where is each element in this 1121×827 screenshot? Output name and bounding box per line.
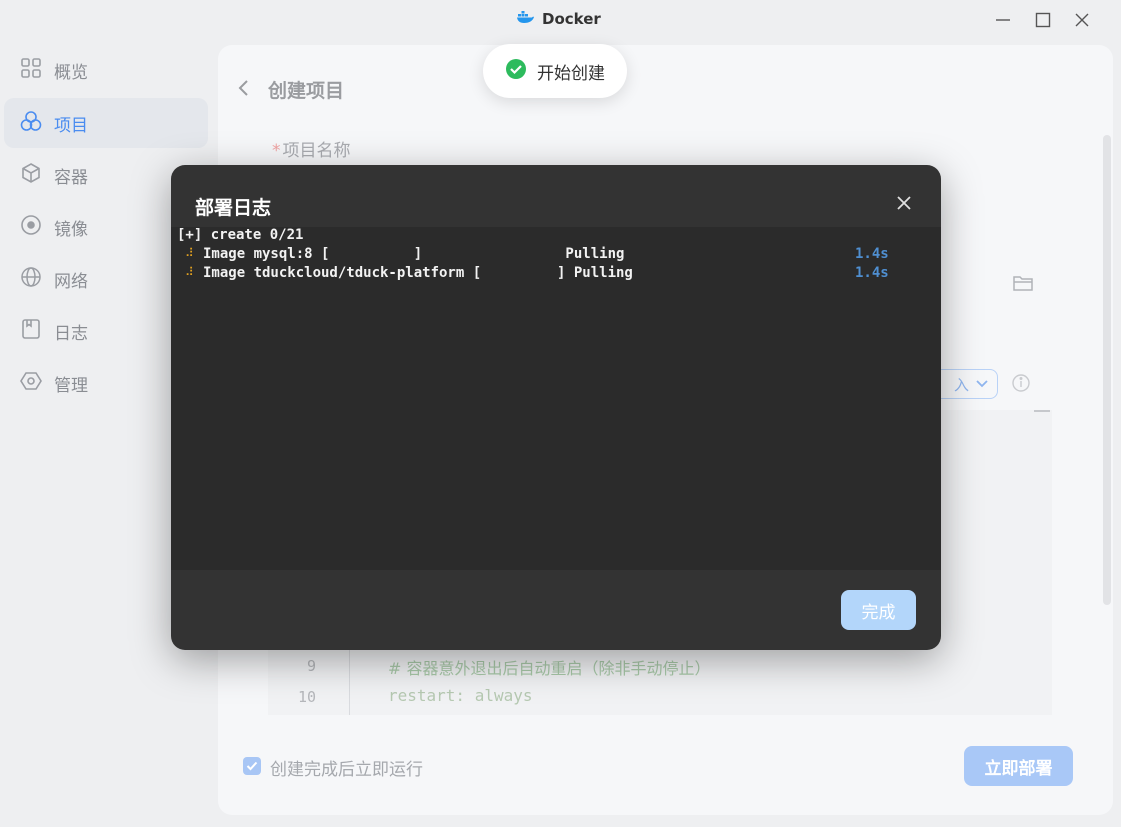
run-after-create-checkbox[interactable] — [243, 757, 261, 775]
sidebar-item-label: 日志 — [54, 323, 88, 344]
sidebar-item-projects[interactable]: 项目 — [4, 98, 208, 148]
spinner-icon: ⠼ — [185, 246, 194, 260]
sidebar-item-label: 容器 — [54, 167, 88, 188]
docker-logo-icon — [516, 10, 534, 28]
required-mark: * — [272, 141, 281, 161]
log-line: Image mysql:8 [ ] Pulling — [203, 246, 625, 262]
back-arrow-icon[interactable] — [236, 78, 252, 102]
code-line: # 容器意外退出后自动重启（除非手动停止） — [388, 659, 711, 678]
modal-title: 部署日志 — [195, 197, 272, 219]
toast-notification: 开始创建 — [483, 44, 627, 98]
grid-icon — [20, 57, 42, 84]
sidebar-item-label: 管理 — [54, 375, 88, 396]
log-output: [+] create 0/21 ⠼ Image mysql:8 [ ] Pull… — [171, 227, 941, 570]
log-time: 1.4s — [855, 265, 889, 281]
deploy-now-button[interactable]: 立即部署 — [964, 746, 1073, 786]
circles-icon — [20, 110, 42, 137]
spinner-icon: ⠼ — [185, 265, 194, 279]
log-line: [+] create 0/21 — [177, 227, 304, 243]
gutter-divider — [349, 640, 350, 715]
line-number: 9 — [306, 657, 316, 675]
select-value: 入 — [953, 375, 969, 394]
folder-icon[interactable] — [1012, 274, 1034, 296]
line-number: 10 — [297, 688, 316, 706]
sidebar-item-overview[interactable]: 概览 — [4, 45, 208, 95]
sidebar-item-label: 概览 — [54, 62, 88, 83]
chevron-down-icon — [975, 375, 989, 393]
sidebar-item-label: 镜像 — [54, 219, 88, 240]
project-name-label-text: 项目名称 — [282, 141, 351, 161]
log-line: Image tduckcloud/tduck-platform [ ] Pull… — [203, 265, 633, 281]
done-button[interactable]: 完成 — [841, 590, 916, 630]
close-icon[interactable] — [896, 195, 912, 215]
title-bar: Docker — [0, 0, 1121, 42]
code-line: restart: always — [388, 686, 533, 705]
sidebar-item-label: 网络 — [54, 271, 88, 292]
log-time: 1.4s — [855, 246, 889, 262]
app-title: Docker — [516, 10, 601, 28]
maximize-button[interactable] — [1031, 8, 1055, 32]
toast-text: 开始创建 — [537, 63, 605, 84]
log-icon — [20, 318, 42, 345]
page-title: 创建项目 — [268, 80, 345, 102]
close-window-button[interactable] — [1070, 8, 1094, 32]
app-title-text: Docker — [542, 10, 601, 28]
cube-icon — [20, 162, 42, 189]
globe-icon — [20, 266, 42, 293]
panel-scrollbar[interactable] — [1103, 135, 1111, 605]
run-after-create-label: 创建完成后立即运行 — [270, 760, 423, 780]
info-icon[interactable] — [1011, 373, 1031, 397]
deploy-log-modal: 部署日志 [+] create 0/21 ⠼ Image mysql:8 [ ]… — [171, 165, 941, 650]
editor-scrollbar[interactable] — [1034, 410, 1050, 412]
project-name-label: * 项目名称 — [272, 136, 351, 161]
sidebar-item-label: 项目 — [54, 115, 88, 136]
settings-icon — [20, 370, 42, 397]
disc-icon — [20, 214, 42, 241]
success-check-icon — [505, 58, 527, 85]
minimize-button[interactable] — [991, 8, 1015, 32]
